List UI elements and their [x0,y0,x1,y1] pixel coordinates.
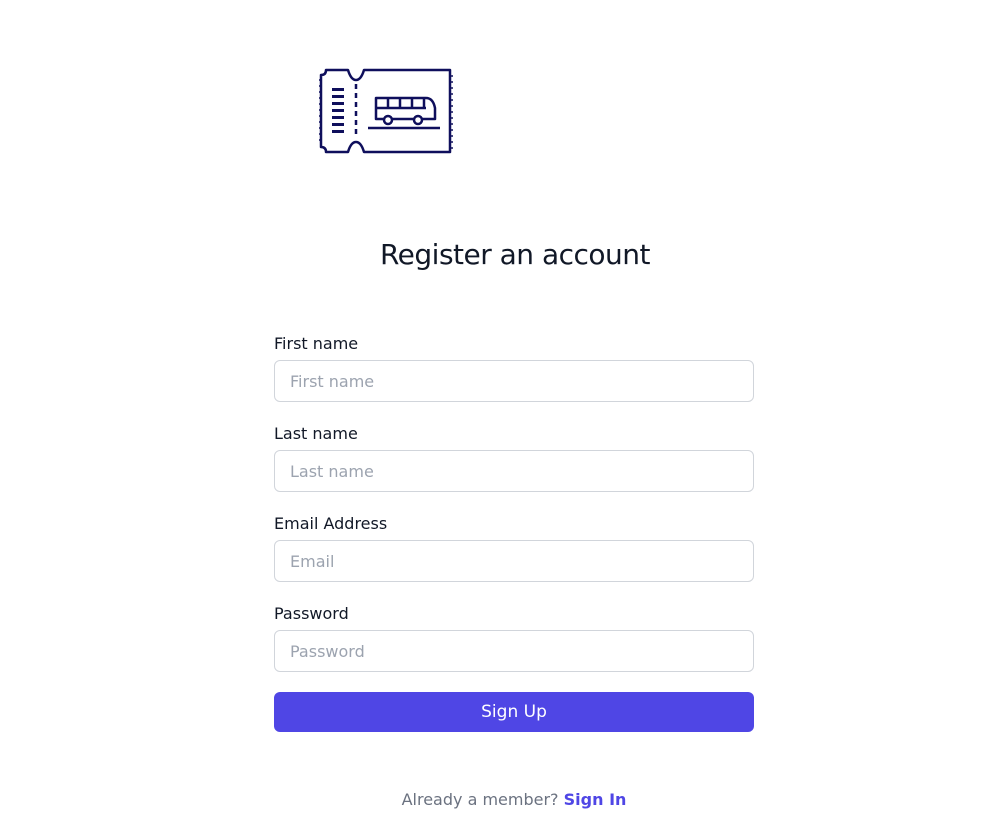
bus-ticket-logo-icon [318,68,456,158]
page-title: Register an account [379,238,651,271]
already-member-text: Already a member? [401,790,559,809]
last-name-input[interactable] [274,450,754,492]
email-input[interactable] [274,540,754,582]
last-name-label: Last name [274,424,358,443]
last-name-group: Last name [274,422,754,492]
email-label: Email Address [274,514,388,533]
first-name-input[interactable] [274,360,754,402]
sign-up-button[interactable]: Sign Up [274,692,754,732]
email-group: Email Address [274,512,754,582]
password-label: Password [274,604,349,623]
first-name-label: First name [274,334,359,353]
sign-in-prompt: Already a member? Sign In [0,790,992,809]
password-input[interactable] [274,630,754,672]
password-group: Password [274,602,754,672]
sign-in-link[interactable]: Sign In [564,790,627,809]
first-name-group: First name [274,332,754,402]
register-form: First name Last name Email Address Passw… [274,332,754,732]
